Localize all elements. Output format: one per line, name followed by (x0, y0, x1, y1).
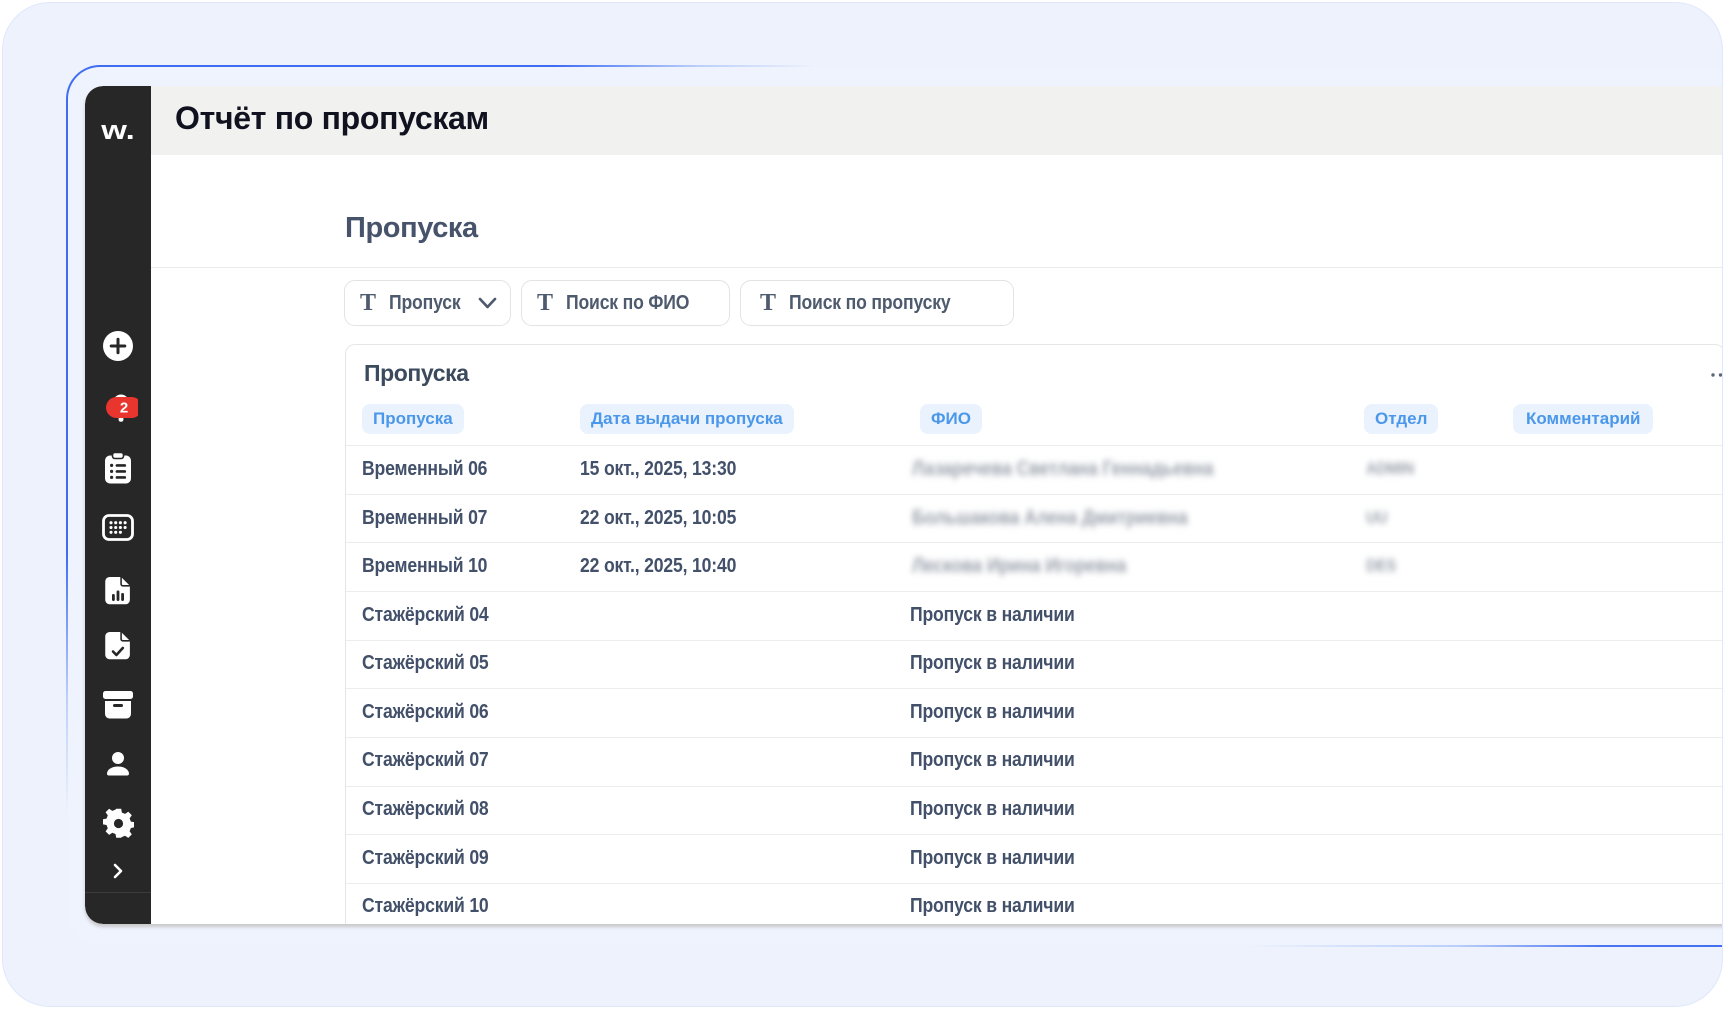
svg-text:2: 2 (120, 400, 128, 417)
